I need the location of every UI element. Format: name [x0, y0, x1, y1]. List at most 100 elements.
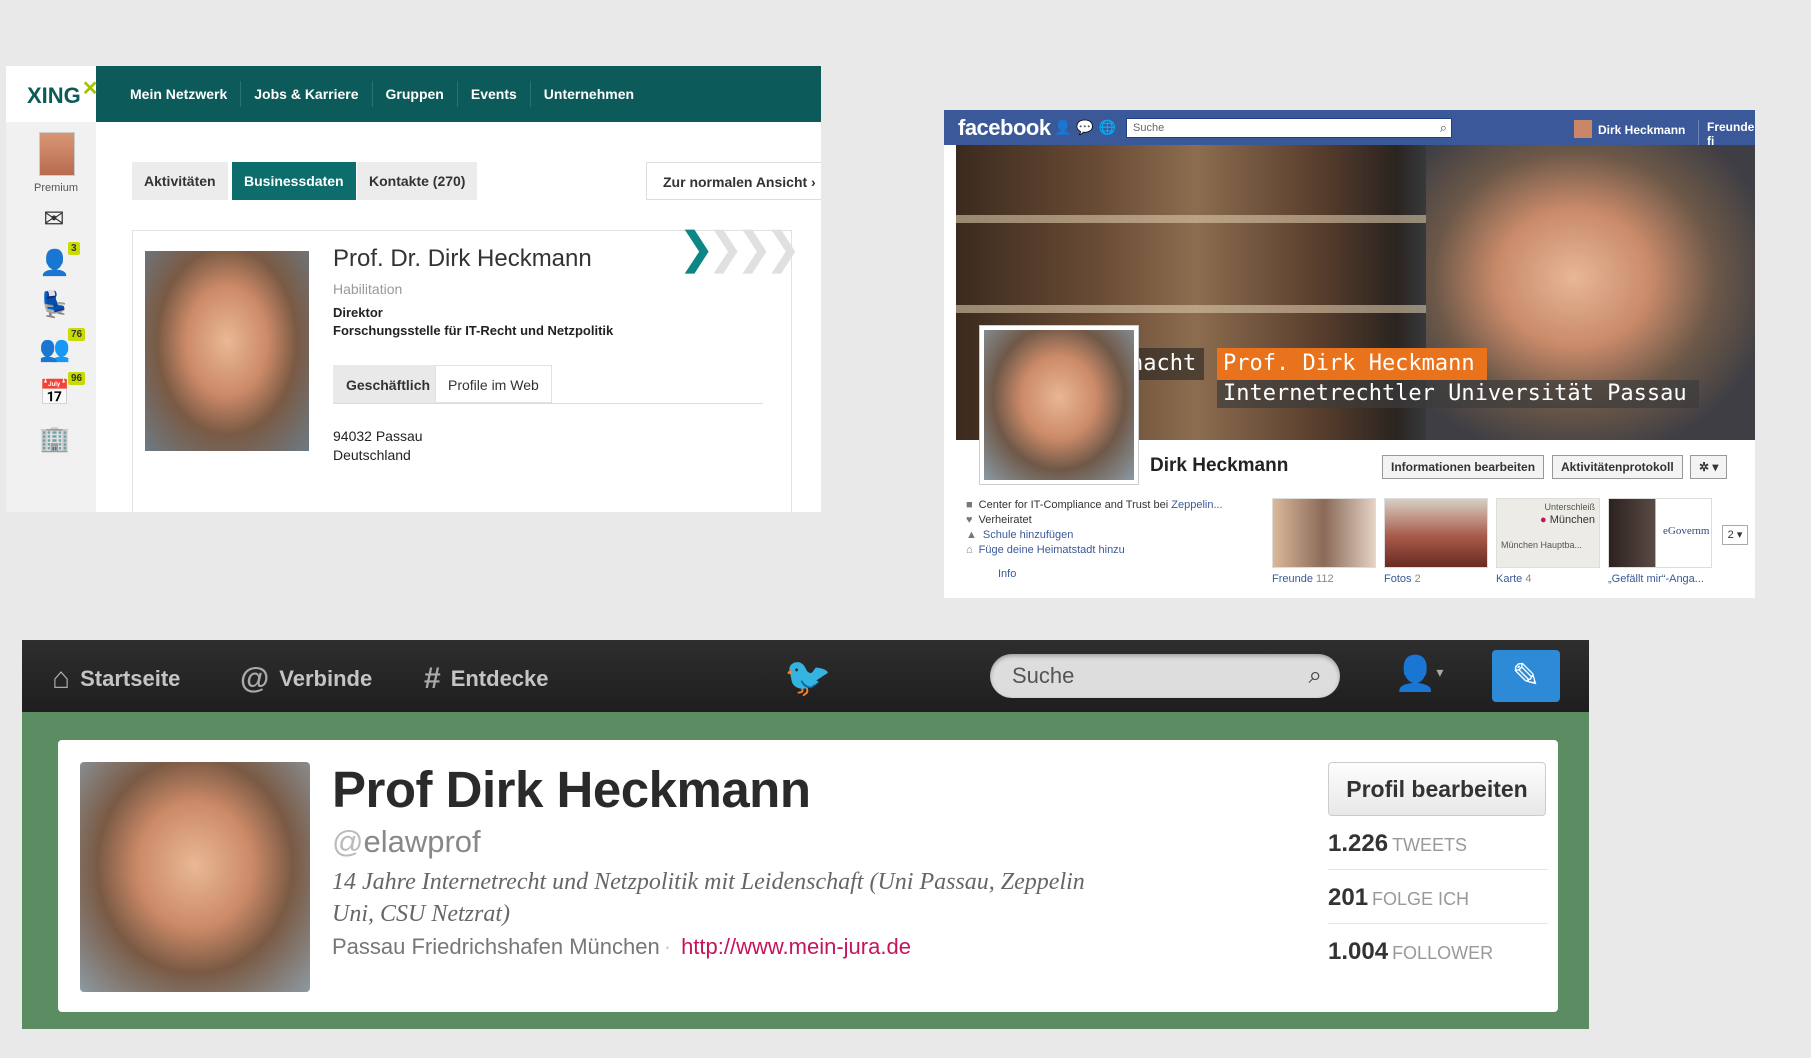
- stat-label: FOLLOWER: [1392, 943, 1494, 963]
- compose-icon: ✎: [1511, 657, 1541, 695]
- twitter-search-placeholder: Suche: [1012, 663, 1075, 688]
- xing-logo-mark-icon: ✕: [81, 78, 99, 100]
- twitter-bird-icon[interactable]: 🐦: [784, 656, 831, 700]
- likes-label[interactable]: „Gefällt mir“-Anga...: [1608, 573, 1704, 585]
- stat-following[interactable]: 201 FOLGE ICH: [1328, 870, 1548, 924]
- stat-label: FOLGE ICH: [1372, 889, 1470, 909]
- map-label: München Hauptba...: [1501, 540, 1583, 550]
- more-button[interactable]: 2 ▾: [1722, 525, 1748, 545]
- jobs-icon[interactable]: 💺: [39, 290, 70, 320]
- add-school-link[interactable]: Schule hinzufügen: [983, 529, 1074, 541]
- search-icon[interactable]: ⌕: [1309, 662, 1322, 690]
- xing-nav: Mein Netzwerk Jobs & Karriere Gruppen Ev…: [116, 66, 647, 122]
- avatar[interactable]: [39, 132, 75, 176]
- tab-aktivitaeten[interactable]: Aktivitäten: [132, 162, 228, 200]
- map-label: Unterschleiß: [1544, 502, 1595, 512]
- twitter-location: Passau Friedrichshafen München: [332, 934, 660, 959]
- tab-geschaeftlich[interactable]: Geschäftlich: [333, 365, 444, 403]
- add-hometown-link[interactable]: Füge deine Heimatstadt hinzu: [979, 544, 1125, 556]
- nav-home[interactable]: ⌂ Startseite: [52, 662, 180, 696]
- twitter-profile-card: Prof Dirk Heckmann @elawprof 14 Jahre In…: [58, 740, 1558, 1012]
- xing-logo[interactable]: XING✕: [6, 66, 99, 122]
- normal-view-button[interactable]: Zur normalen Ansicht ›: [646, 162, 821, 200]
- role-title: Direktor: [333, 305, 383, 320]
- bookshelf: [956, 305, 1476, 313]
- nav-jobs-karriere[interactable]: Jobs & Karriere: [240, 81, 371, 107]
- tab-profile-im-web[interactable]: Profile im Web: [435, 365, 552, 403]
- friends-thumbnail[interactable]: [1272, 498, 1376, 568]
- profile-card: ❯❯❯❯ Prof. Dr. Dirk Heckmann Habilitatio…: [132, 224, 801, 512]
- nav-discover[interactable]: # Entdecke: [424, 662, 549, 696]
- groups-badge: 76: [68, 328, 86, 341]
- nav-gruppen[interactable]: Gruppen: [371, 81, 457, 107]
- nav-events[interactable]: Events: [456, 81, 530, 107]
- info-link[interactable]: Info: [998, 568, 1016, 580]
- map-pin-icon: ●: [1540, 514, 1547, 526]
- notification-icons[interactable]: 👤💬🌐: [1054, 119, 1121, 136]
- premium-label: Premium: [34, 182, 79, 194]
- contacts-icon[interactable]: 👤: [39, 248, 70, 278]
- user-menu[interactable]: 👤▾: [1394, 654, 1443, 694]
- likes-text: eGovernm: [1663, 525, 1710, 537]
- twitter-location-line: Passau Friedrichshafen München · http://ww…: [332, 934, 911, 959]
- stat-followers[interactable]: 1.004 FOLLOWER: [1328, 924, 1548, 978]
- tab-businessdaten[interactable]: Businessdaten: [232, 162, 356, 200]
- user-icon: 👤: [1394, 655, 1437, 693]
- at-icon: @: [240, 662, 270, 695]
- search-icon[interactable]: ⌕: [1440, 120, 1447, 136]
- nav-mein-netzwerk[interactable]: Mein Netzwerk: [116, 81, 240, 107]
- stat-label: TWEETS: [1392, 835, 1468, 855]
- edit-info-button[interactable]: Informationen bearbeiten: [1382, 455, 1545, 479]
- fb-user-name: Dirk Heckmann: [1598, 123, 1686, 137]
- cover-caption-title: Internetrechtler Universität Passau: [1217, 380, 1699, 408]
- fb-profile-picture[interactable]: [979, 325, 1139, 485]
- twitter-bio: 14 Jahre Internetrecht und Netzpolitik m…: [332, 869, 1085, 927]
- xing-sidebar: Premium ✉ 👤 3 💺 👥 76 📅 96 🏢: [6, 122, 96, 512]
- twitter-handle-text: elawprof: [363, 824, 481, 859]
- company-icon[interactable]: 🏢: [39, 424, 70, 454]
- twitter-search-input[interactable]: Suche ⌕: [990, 654, 1340, 698]
- friends-label[interactable]: Freunde 112: [1272, 573, 1334, 585]
- friends-label-text: Freunde: [1272, 573, 1313, 585]
- groups-icon[interactable]: 👥: [39, 334, 70, 364]
- twitter-avatar[interactable]: [80, 762, 310, 992]
- fb-search-input[interactable]: Suche ⌕: [1126, 118, 1452, 138]
- school-icon: ▲: [966, 529, 977, 541]
- fb-user-link[interactable]: Dirk Heckmann: [1574, 120, 1685, 138]
- fb-topbar: facebook 👤💬🌐 Suche ⌕ Dirk Heckmann Freun…: [944, 110, 1755, 148]
- nav-home-label: Startseite: [80, 666, 181, 691]
- mail-icon[interactable]: ✉: [39, 204, 69, 234]
- compose-tweet-button[interactable]: ✎: [1492, 650, 1560, 702]
- map-thumbnail[interactable]: Unterschleiß ● München München Hauptba..…: [1496, 498, 1600, 568]
- photos-label[interactable]: Fotos 2: [1384, 573, 1421, 585]
- friends-count: 112: [1316, 573, 1334, 585]
- likes-thumbnail[interactable]: eGovernm: [1608, 498, 1712, 568]
- twitter-profile-name: Prof Dirk Heckmann: [332, 761, 811, 818]
- stat-tweets[interactable]: 1.226 TWEETS: [1328, 816, 1548, 870]
- photos-thumbnail[interactable]: [1384, 498, 1488, 568]
- settings-button[interactable]: ✲ ▾: [1690, 455, 1728, 479]
- fb-friends-link[interactable]: Freunde fi: [1698, 120, 1755, 148]
- map-label-link[interactable]: Karte 4: [1496, 573, 1531, 585]
- nav-unternehmen[interactable]: Unternehmen: [529, 81, 647, 107]
- edit-profile-button[interactable]: Profil bearbeiten: [1328, 762, 1546, 816]
- cover-caption-name: Prof. Dirk Heckmann: [1217, 348, 1487, 380]
- twitter-url-link[interactable]: http://www.mein-jura.de: [681, 934, 911, 959]
- photos-count: 2: [1414, 573, 1421, 585]
- facebook-window: facebook 👤💬🌐 Suche ⌕ Dirk Heckmann Freun…: [944, 110, 1755, 598]
- activity-log-button[interactable]: Aktivitätenprotokoll: [1552, 455, 1683, 479]
- twitter-window: ⌂ Startseite @ Verbinde # Entdecke 🐦 Suche …: [22, 640, 1589, 1029]
- nav-connect[interactable]: @ Verbinde: [240, 662, 372, 696]
- stat-value: 1.004: [1328, 938, 1389, 965]
- address: 94032 Passau Deutschland: [333, 427, 423, 465]
- progress-chevrons-icon: ❯❯❯❯: [678, 224, 801, 273]
- home-icon: ⌂: [966, 544, 973, 556]
- facebook-logo[interactable]: facebook: [958, 115, 1051, 141]
- info-link[interactable]: Zeppelin...: [1171, 499, 1222, 511]
- tab-kontakte[interactable]: Kontakte (270): [357, 162, 478, 200]
- fb-search-placeholder: Suche: [1133, 122, 1165, 134]
- calendar-icon[interactable]: 📅: [39, 378, 70, 408]
- list-item: ♥ Verheiratet: [966, 513, 1266, 528]
- xing-window: XING✕ Mein Netzwerk Jobs & Karriere Grup…: [6, 66, 821, 512]
- events-badge: 96: [68, 372, 86, 385]
